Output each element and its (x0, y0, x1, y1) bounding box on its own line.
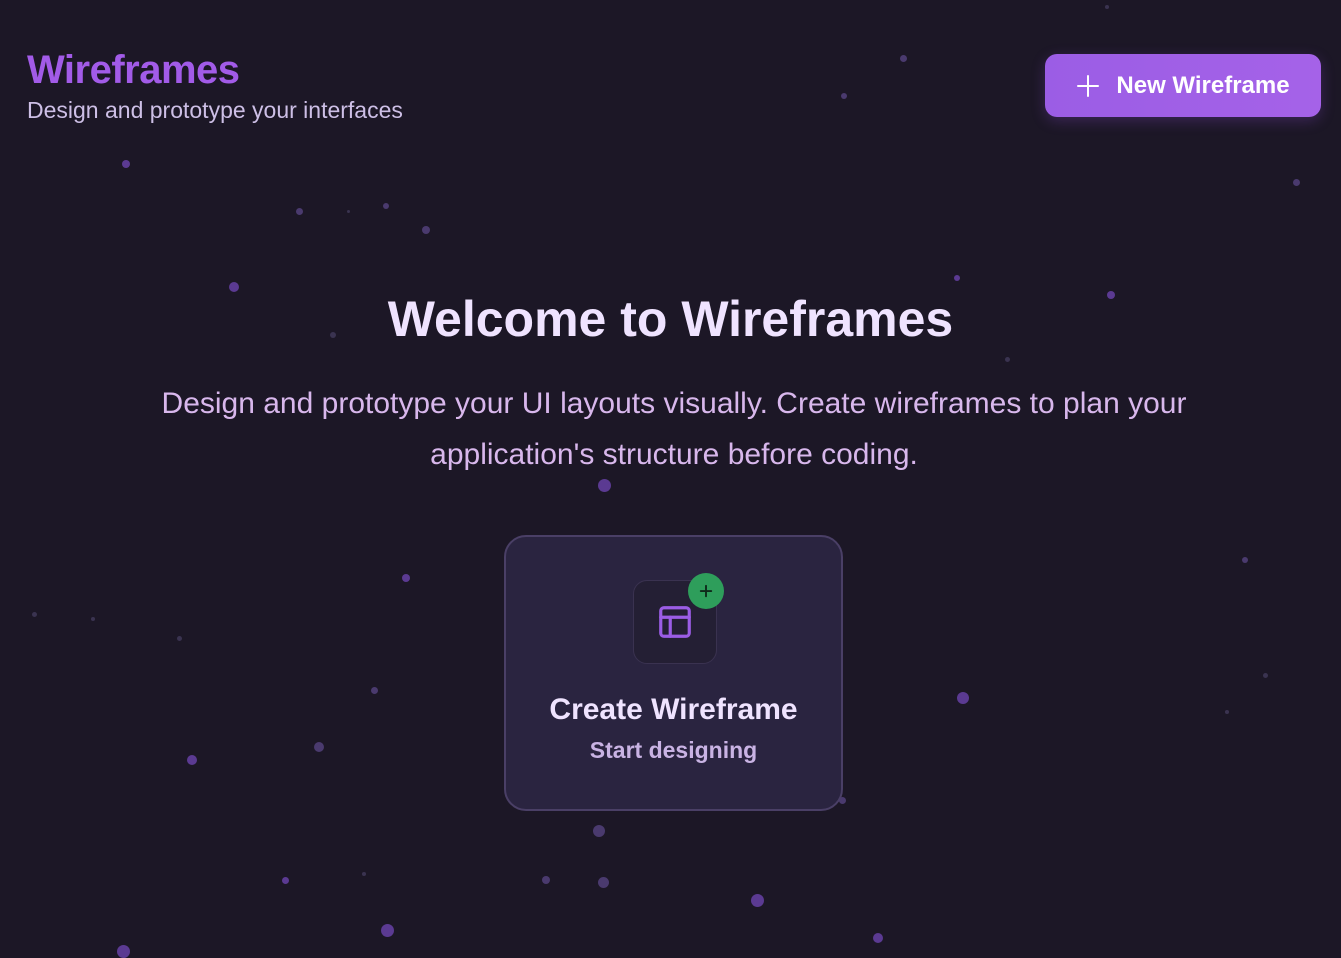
welcome-description: Design and prototype your UI layouts vis… (161, 387, 1187, 471)
card-title: Create Wireframe (549, 693, 798, 726)
create-wireframe-card[interactable]: Create Wireframe Start designing (504, 535, 843, 811)
new-wireframe-button[interactable]: New Wireframe (1045, 54, 1321, 117)
brand: Wireframes Design and prototype your int… (27, 46, 403, 124)
app-title: Wireframes (27, 48, 240, 92)
plus-icon (1076, 74, 1100, 98)
add-badge (688, 573, 724, 609)
layout-icon (659, 606, 691, 638)
new-wireframe-button-label: New Wireframe (1116, 71, 1290, 99)
card-subtitle: Start designing (589, 737, 758, 763)
plus-icon (699, 584, 713, 598)
app-subtitle: Design and prototype your interfaces (27, 97, 403, 123)
welcome-title: Welcome to Wireframes (387, 291, 954, 347)
